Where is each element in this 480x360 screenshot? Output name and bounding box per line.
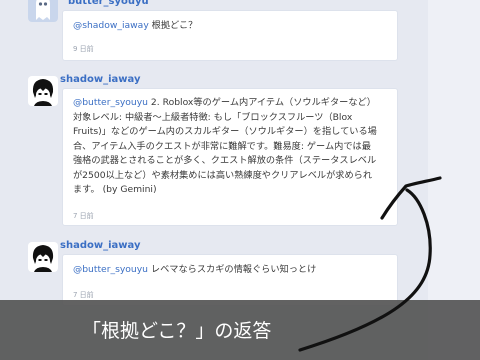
- comment-thread: butter_syouyu @shadow_iaway 根拠どこ？ 9 日前 s…: [0, 0, 480, 360]
- hand-drawn-arrow-icon: [298, 176, 442, 352]
